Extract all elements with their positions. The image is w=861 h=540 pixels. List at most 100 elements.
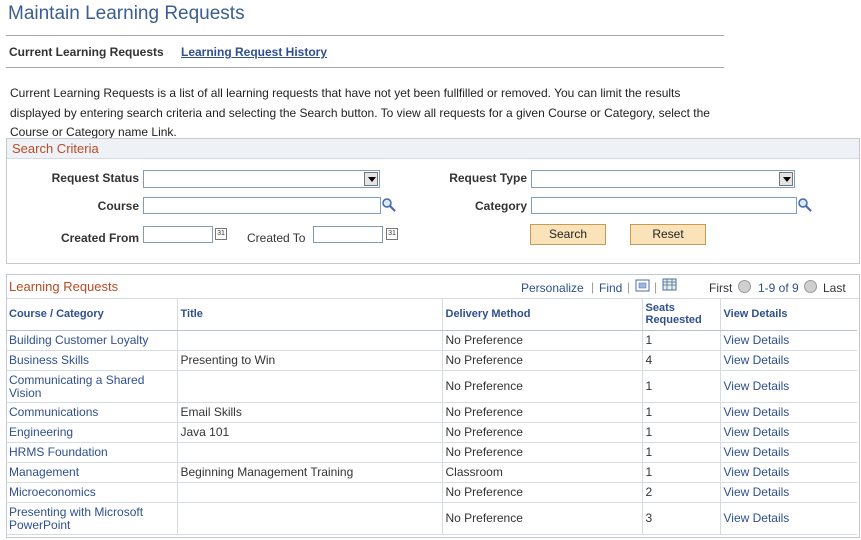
table-row: Communicating a Shared Vision No Preferen…	[6, 370, 857, 403]
course-link[interactable]: Presenting with Microsoft PowerPoint	[6, 502, 178, 535]
created-from-label: Created From	[60, 231, 139, 245]
course-input[interactable]	[143, 197, 381, 214]
table-row: Microeconomics No Preference 2 View Details	[6, 482, 857, 503]
column-header-course[interactable]: Course / Category	[6, 298, 178, 331]
intro-text: Current Learning Requests is a list of a…	[10, 86, 710, 139]
chevron-down-icon[interactable]	[779, 172, 793, 186]
category-label: Category	[474, 199, 527, 213]
table-row: Engineering Java 101 No Preference 1 View De…	[6, 422, 857, 443]
find-link[interactable]: Find	[599, 281, 622, 295]
delivery-method-cell: No Preference	[442, 502, 643, 535]
seats-requested-cell: 3	[642, 502, 721, 535]
title-cell: Presenting to Win	[177, 350, 443, 371]
table-row: Presenting with Microsoft PowerPoint No P…	[6, 502, 857, 535]
delivery-method-cell: No Preference	[442, 482, 643, 503]
calendar-icon[interactable]: 31	[386, 228, 398, 240]
table-row: HRMS Foundation No Preference 1 View Detail…	[6, 442, 857, 463]
request-type-select[interactable]	[531, 170, 795, 188]
divider: |	[591, 280, 595, 294]
title-cell	[177, 330, 443, 351]
seats-requested-cell: 1	[642, 462, 721, 483]
delivery-method-cell: No Preference	[442, 422, 643, 443]
view-details-link[interactable]: View Details	[720, 502, 857, 535]
table-row: Building Customer Loyalty No Preference 1 V…	[6, 330, 857, 351]
seats-requested-cell: 2	[642, 482, 721, 503]
view-details-link[interactable]: View Details	[720, 330, 857, 351]
personalize-link[interactable]: Personalize	[521, 281, 584, 295]
created-to-input[interactable]	[313, 226, 383, 243]
previous-icon[interactable]	[738, 280, 751, 293]
view-details-link[interactable]: View Details	[720, 482, 857, 503]
column-header-view-details[interactable]: View Details	[720, 298, 857, 331]
title-cell	[177, 502, 443, 535]
divider	[6, 67, 724, 68]
delivery-method-cell: No Preference	[442, 370, 643, 403]
reset-button[interactable]: Reset	[630, 224, 706, 245]
delivery-method-cell: No Preference	[442, 330, 643, 351]
table-row: Business Skills Presenting to Win No Prefe…	[6, 350, 857, 371]
request-status-select[interactable]	[143, 170, 380, 188]
seats-requested-cell: 1	[642, 442, 721, 463]
seats-requested-cell: 1	[642, 370, 721, 403]
course-link[interactable]: Communications	[6, 402, 178, 423]
course-link[interactable]: HRMS Foundation	[6, 442, 178, 463]
table-header-row: Course / Category Title Delivery Method …	[6, 298, 857, 331]
chevron-down-icon[interactable]	[364, 172, 378, 186]
delivery-method-cell: No Preference	[442, 350, 643, 371]
lookup-icon[interactable]	[381, 197, 397, 213]
seats-requested-cell: 1	[642, 422, 721, 443]
title-cell: Email Skills	[177, 402, 443, 423]
seats-requested-cell: 4	[642, 350, 721, 371]
tab-current-learning-requests[interactable]: Current Learning Requests	[9, 45, 164, 59]
view-details-link[interactable]: View Details	[720, 402, 857, 423]
view-details-link[interactable]: View Details	[720, 370, 857, 403]
seats-requested-cell: 1	[642, 330, 721, 351]
created-to-label: Created To	[247, 231, 306, 245]
title-cell: Beginning Management Training	[177, 462, 443, 483]
learning-requests-header: Learning Requests	[9, 279, 119, 294]
view-details-link[interactable]: View Details	[720, 350, 857, 371]
category-input[interactable]	[531, 197, 797, 214]
course-link[interactable]: Engineering	[6, 422, 178, 443]
column-header-title[interactable]: Title	[177, 298, 443, 331]
course-link[interactable]: Microeconomics	[6, 482, 178, 503]
view-details-link[interactable]: View Details	[720, 462, 857, 483]
course-link[interactable]: Communicating a Shared Vision	[6, 370, 178, 403]
lookup-icon[interactable]	[797, 197, 813, 213]
delivery-method-cell: No Preference	[442, 402, 643, 423]
search-criteria-header: Search Criteria	[7, 139, 859, 159]
title-cell: Java 101	[177, 422, 443, 443]
title-cell	[177, 482, 443, 503]
row-range: 1-9 of 9	[758, 281, 799, 295]
last-label: Last	[823, 281, 846, 295]
title-cell	[177, 442, 443, 463]
created-from-input[interactable]	[143, 226, 213, 243]
divider: |	[627, 280, 631, 294]
table-row: Management Beginning Management Training C…	[6, 462, 857, 483]
tab-learning-request-history[interactable]: Learning Request History	[181, 45, 327, 59]
delivery-method-cell: No Preference	[442, 442, 643, 463]
delivery-method-cell: Classroom	[442, 462, 643, 483]
request-type-label: Request Type	[449, 171, 527, 185]
course-link[interactable]: Business Skills	[6, 350, 178, 371]
request-status-label: Request Status	[51, 171, 139, 185]
divider	[6, 35, 724, 36]
learning-requests-table: Course / Category Title Delivery Method …	[6, 298, 857, 535]
view-details-link[interactable]: View Details	[720, 422, 857, 443]
calendar-icon[interactable]: 31	[215, 228, 227, 240]
table-row: Communications Email Skills No Preference 1…	[6, 402, 857, 423]
search-button[interactable]: Search	[530, 224, 606, 245]
first-label: First	[709, 281, 733, 295]
course-link[interactable]: Management	[6, 462, 178, 483]
spreadsheet-icon[interactable]	[662, 278, 678, 292]
view-all-icon[interactable]	[635, 279, 651, 293]
column-header-delivery-method[interactable]: Delivery Method	[442, 298, 643, 331]
next-icon[interactable]	[804, 280, 817, 293]
title-cell	[177, 370, 443, 403]
divider: |	[654, 280, 658, 294]
course-label: Course	[97, 199, 139, 213]
view-details-link[interactable]: View Details	[720, 442, 857, 463]
course-link[interactable]: Building Customer Loyalty	[6, 330, 178, 351]
column-header-seats-requested[interactable]: Seats Requested	[642, 298, 721, 331]
seats-requested-cell: 1	[642, 402, 721, 423]
